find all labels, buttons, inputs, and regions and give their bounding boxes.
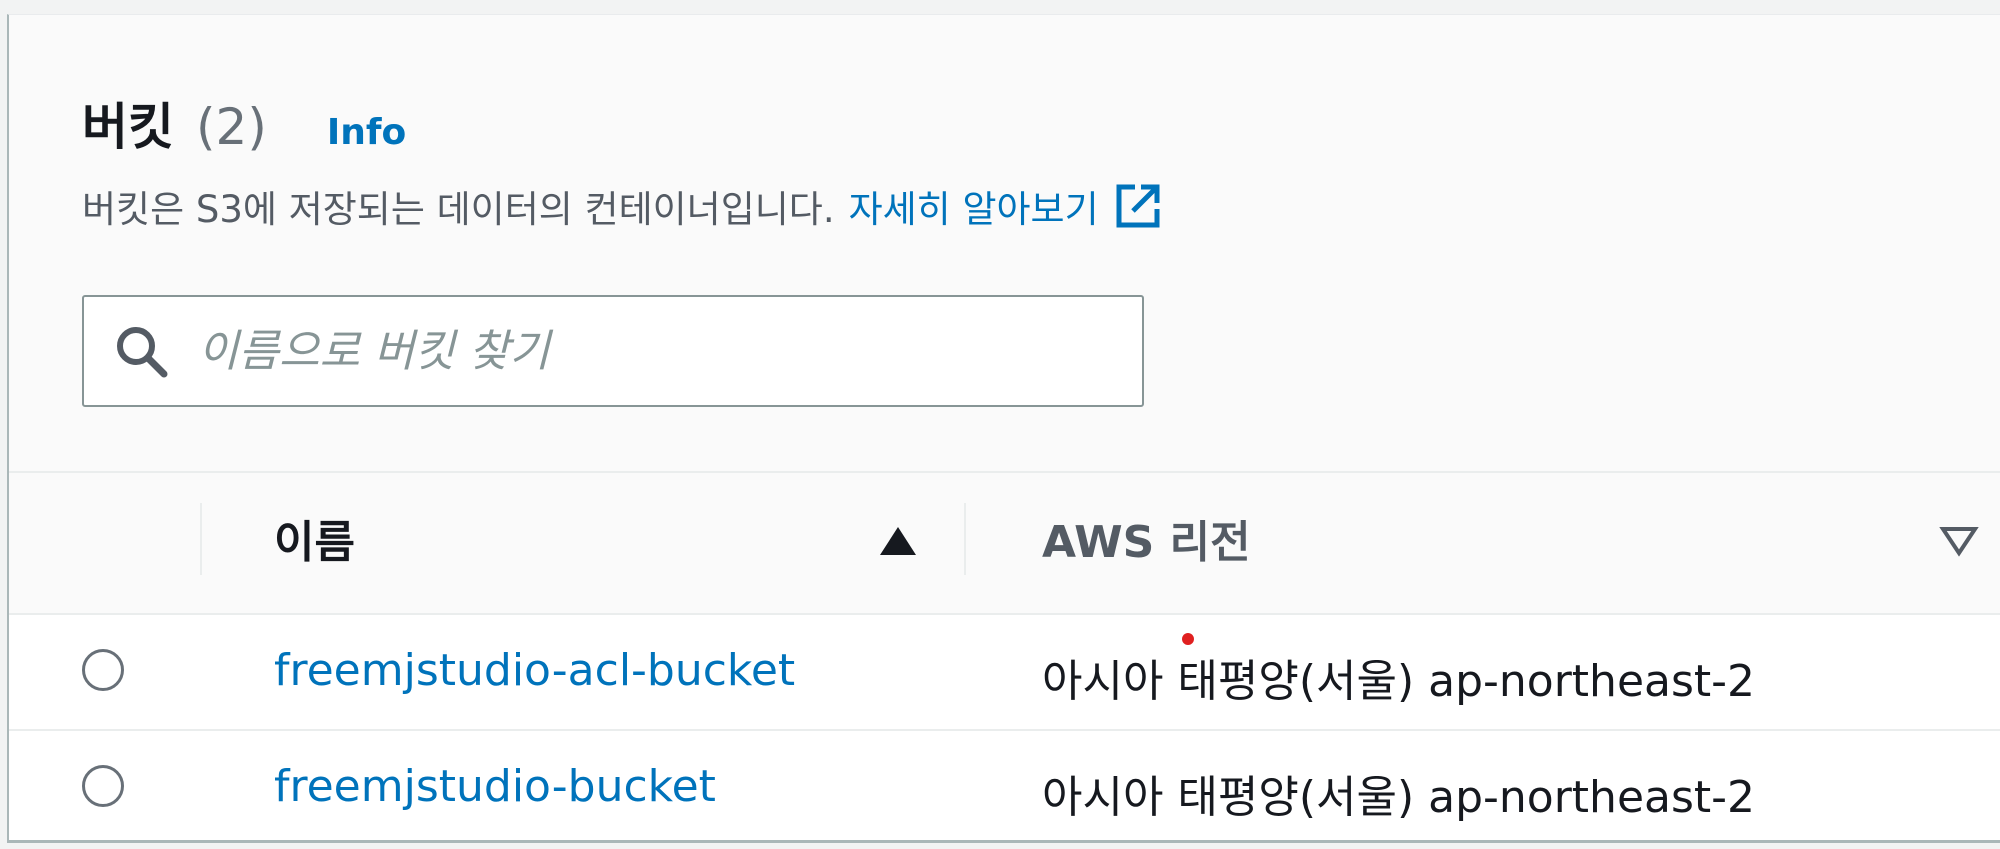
bucket-region: 아시아 태평양(서울) ap-northeast-2 — [1042, 656, 1756, 707]
page-title: 버킷 — [82, 98, 174, 156]
column-divider — [200, 503, 202, 575]
sort-descending-outline-icon[interactable] — [1939, 525, 1979, 557]
row-select-radio[interactable] — [82, 649, 124, 691]
panel-header: 버킷 (2) Info 버킷은 S3에 저장되는 데이터의 컨테이너입니다. 자… — [9, 15, 2000, 473]
external-link-icon[interactable] — [1113, 181, 1163, 231]
table-row: freemjstudio-bucket 아시아 태평양(서울) ap-north… — [9, 731, 2000, 840]
search-input[interactable] — [198, 306, 1078, 396]
search-icon — [117, 327, 168, 378]
bucket-region: 아시아 태평양(서울) ap-northeast-2 — [1042, 772, 1756, 823]
table-header: 이름 AWS 리전 — [9, 473, 2000, 615]
column-divider — [964, 503, 966, 575]
info-link[interactable]: Info — [327, 112, 406, 153]
cursor-indicator-dot — [1182, 633, 1194, 645]
description-row: 버킷은 S3에 저장되는 데이터의 컨테이너입니다. 자세히 알아보기 — [82, 179, 1163, 233]
column-header-name[interactable]: 이름 — [274, 517, 355, 569]
sort-ascending-icon[interactable] — [878, 525, 918, 557]
search-box[interactable] — [82, 295, 1144, 407]
bucket-count: (2) — [196, 98, 267, 156]
column-header-region[interactable]: AWS 리전 — [1042, 517, 1251, 569]
buckets-panel: 버킷 (2) Info 버킷은 S3에 저장되는 데이터의 컨테이너입니다. 자… — [7, 14, 2000, 843]
table-row: freemjstudio-acl-bucket 아시아 태평양(서울) ap-n… — [9, 615, 2000, 731]
learn-more-link[interactable]: 자세히 알아보기 — [849, 179, 1099, 233]
bucket-name-link[interactable]: freemjstudio-bucket — [274, 761, 716, 812]
bucket-name-link[interactable]: freemjstudio-acl-bucket — [274, 645, 795, 696]
title-row: 버킷 (2) Info — [82, 87, 406, 159]
description-text: 버킷은 S3에 저장되는 데이터의 컨테이너입니다. — [82, 188, 835, 231]
row-select-radio[interactable] — [82, 765, 124, 807]
